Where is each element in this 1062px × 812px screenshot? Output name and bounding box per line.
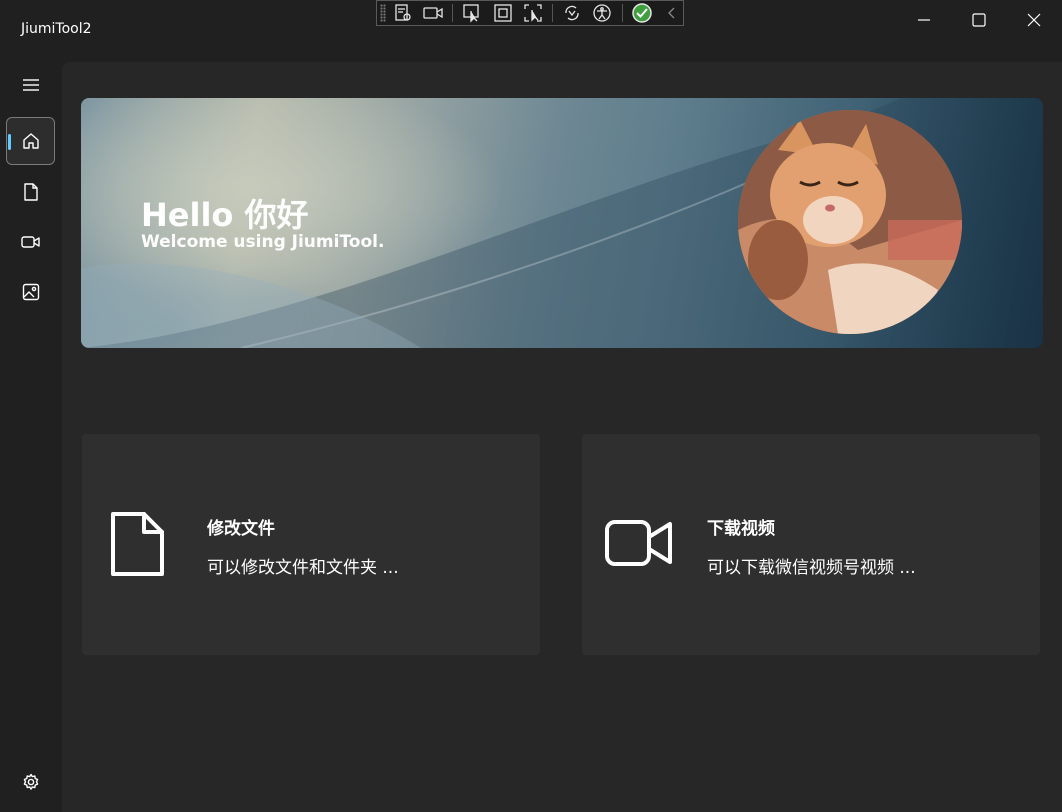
nav-item-video[interactable] <box>6 218 55 266</box>
nav-item-settings[interactable] <box>6 758 55 806</box>
cat-avatar-image <box>738 110 962 334</box>
settings-gear-icon <box>23 773 38 790</box>
close-icon <box>1027 13 1041 27</box>
close-button[interactable] <box>1007 0 1061 40</box>
hero-banner: Hello 你好 Welcome using JiumiTool. <box>81 98 1043 348</box>
nav-item-documents[interactable] <box>6 168 55 216</box>
home-icon <box>22 133 39 149</box>
record-video-icon[interactable] <box>422 2 444 24</box>
check-ok-icon[interactable] <box>630 2 652 24</box>
cat-illustration <box>738 110 962 334</box>
card-title: 下载视频 <box>707 519 775 539</box>
select-element-icon[interactable] <box>461 2 483 24</box>
toolbar-separator <box>452 4 454 22</box>
card-description: 可以修改文件和文件夹 ... <box>207 558 399 578</box>
debug-toolbar <box>376 0 684 26</box>
document-icon <box>23 183 38 201</box>
hamburger-menu-icon <box>22 79 39 91</box>
collapse-chevron-icon[interactable] <box>661 2 683 24</box>
toolbar-grip[interactable] <box>380 4 386 22</box>
selection-indicator <box>8 134 11 150</box>
accessibility-icon[interactable] <box>591 2 613 24</box>
nav-menu-toggle[interactable] <box>6 61 55 109</box>
toolbar-separator <box>551 4 553 22</box>
hero-title: Hello 你好 <box>141 196 309 234</box>
video-camera-icon <box>604 519 674 571</box>
minimize-button[interactable] <box>897 0 951 40</box>
card-description: 可以下载微信视频号视频 ... <box>707 558 916 578</box>
track-focused-element-icon[interactable] <box>522 2 544 24</box>
content-area: Hello 你好 Welcome using JiumiTool. 修改文件 可… <box>62 62 1062 812</box>
live-visual-tree-icon[interactable] <box>392 2 414 24</box>
hot-reload-icon[interactable] <box>561 2 583 24</box>
download-video-card[interactable]: 下载视频 可以下载微信视频号视频 ... <box>582 434 1040 655</box>
document-icon <box>108 510 168 582</box>
display-layout-adorners-icon[interactable] <box>491 2 513 24</box>
maximize-icon <box>972 13 986 27</box>
image-icon <box>22 283 39 301</box>
modify-files-card[interactable]: 修改文件 可以修改文件和文件夹 ... <box>82 434 540 655</box>
card-title: 修改文件 <box>207 519 275 539</box>
nav-item-home[interactable] <box>6 117 55 165</box>
video-icon <box>20 236 40 248</box>
hero-subtitle: Welcome using JiumiTool. <box>141 232 385 252</box>
app-title: JiumiTool2 <box>21 21 92 37</box>
nav-item-images[interactable] <box>6 268 55 316</box>
toolbar-separator <box>621 4 623 22</box>
minimize-icon <box>918 19 930 21</box>
maximize-button[interactable] <box>952 0 1006 40</box>
